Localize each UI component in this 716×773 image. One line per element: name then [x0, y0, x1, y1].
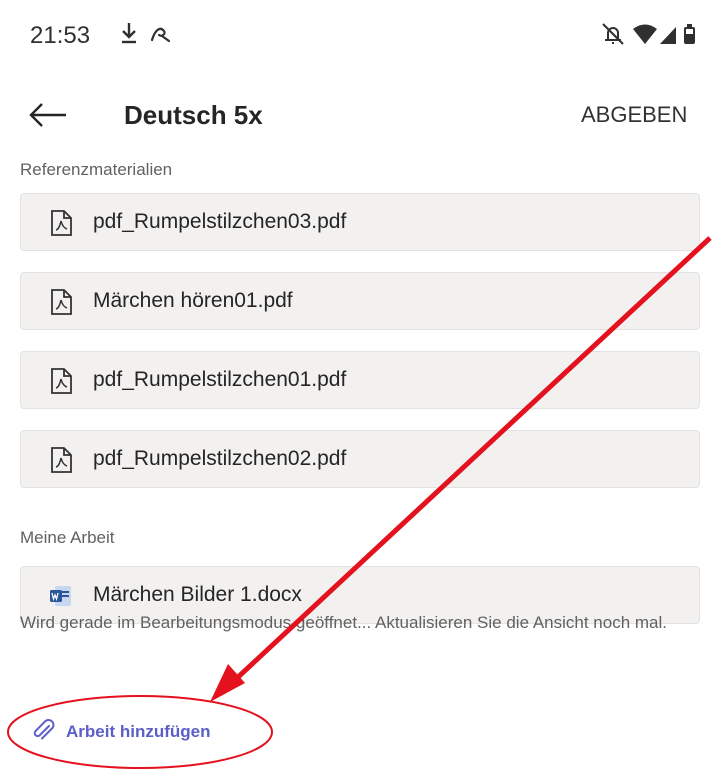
reference-file-item[interactable]: Märchen hören01.pdf — [20, 272, 700, 330]
paperclip-icon — [30, 718, 56, 749]
download-icon — [118, 20, 140, 51]
reference-file-item[interactable]: pdf_Rumpelstilzchen01.pdf — [20, 351, 700, 409]
annotation-arrowhead — [210, 664, 245, 702]
app-bar: Deutsch 5x ABGEBEN — [0, 80, 716, 144]
pdf-icon — [49, 368, 73, 399]
reference-file-item[interactable]: pdf_Rumpelstilzchen02.pdf — [20, 430, 700, 488]
status-bar: 21:53 — [0, 0, 716, 70]
submit-button[interactable]: ABGEBEN — [581, 102, 687, 128]
file-name: pdf_Rumpelstilzchen01.pdf — [93, 368, 347, 391]
page-title: Deutsch 5x — [124, 100, 263, 130]
file-name: Märchen hören01.pdf — [93, 289, 293, 312]
file-name: pdf_Rumpelstilzchen03.pdf — [93, 210, 347, 233]
my-work-section-label: Meine Arbeit — [20, 528, 115, 547]
bell-off-icon — [602, 23, 624, 45]
file-name: pdf_Rumpelstilzchen02.pdf — [93, 447, 347, 470]
pdf-icon — [49, 447, 73, 478]
notification-icon — [148, 22, 174, 51]
status-right-icons — [600, 20, 700, 53]
editing-status-text: Wird gerade im Bearbeitungsmodus geöffne… — [20, 613, 667, 632]
reference-section-label: Referenzmaterialien — [20, 160, 173, 179]
file-name: Märchen Bilder 1.docx — [93, 583, 302, 606]
status-time: 21:53 — [30, 22, 91, 49]
add-work-button[interactable]: Arbeit hinzufügen — [20, 706, 264, 758]
pdf-icon — [49, 210, 73, 241]
word-icon — [49, 584, 73, 613]
battery-icon — [684, 24, 695, 44]
reference-file-item[interactable]: pdf_Rumpelstilzchen03.pdf — [20, 193, 700, 251]
arrow-left-icon[interactable] — [28, 102, 68, 133]
wifi-icon — [633, 24, 657, 44]
pdf-icon — [49, 289, 73, 320]
add-work-label: Arbeit hinzufügen — [66, 722, 211, 741]
signal-icon — [660, 27, 676, 44]
